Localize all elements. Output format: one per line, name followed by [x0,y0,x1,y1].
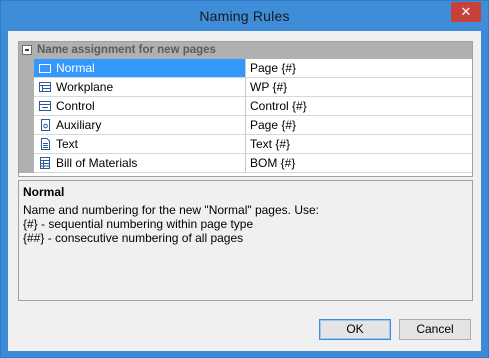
property-row-workplane[interactable]: Workplane WP {#} [19,78,472,97]
text-doc-icon [38,137,52,151]
property-value-cell[interactable]: WP {#} [246,78,472,97]
property-name-cell[interactable]: Control [34,97,246,116]
property-value-cell[interactable]: Text {#} [246,135,472,154]
property-value-cell[interactable]: Page {#} [246,59,472,78]
category-header[interactable]: Name assignment for new pages [19,42,472,59]
property-name-cell[interactable]: Bill of Materials [34,154,246,173]
control-icon [38,99,52,113]
property-row-text[interactable]: Text Text {#} [19,135,472,154]
property-row-control[interactable]: Control Control {#} [19,97,472,116]
property-row-bill-of-materials[interactable]: Bill of Materials BOM {#} [19,154,472,173]
close-button[interactable]: ✕ [451,2,481,22]
collapse-icon[interactable] [22,45,32,55]
category-label: Name assignment for new pages [37,44,216,56]
property-value-cell[interactable]: Page {#} [246,116,472,135]
property-row-auxiliary[interactable]: Auxiliary Page {#} [19,116,472,135]
property-name-cell[interactable]: Auxiliary [34,116,246,135]
ok-button[interactable]: OK [319,319,391,340]
description-line: Name and numbering for the new "Normal" … [23,203,319,217]
description-panel: Normal Name and numbering for the new "N… [18,180,473,301]
cancel-button[interactable]: Cancel [399,319,471,340]
description-title: Normal [23,185,65,199]
dialog-body: Name assignment for new pages Normal Pag… [8,31,481,351]
title-bar[interactable]: Naming Rules ✕ [1,1,488,31]
window-title: Naming Rules [199,8,290,24]
auxiliary-icon [38,118,52,132]
property-name-cell[interactable]: Text [34,135,246,154]
property-name-cell[interactable]: Workplane [34,78,246,97]
property-value-cell[interactable]: Control {#} [246,97,472,116]
bom-icon [38,156,52,170]
property-grid: Name assignment for new pages Normal Pag… [18,41,473,177]
property-name-cell[interactable]: Normal [34,59,246,78]
description-line: {##} - consecutive numbering of all page… [23,231,244,245]
description-line: {#} - sequential numbering within page t… [23,217,254,231]
property-row-normal[interactable]: Normal Page {#} [19,59,472,78]
property-value-cell[interactable]: BOM {#} [246,154,472,173]
page-icon [38,61,52,75]
dialog-window: Naming Rules ✕ Name assignment for new p… [0,0,489,358]
workplane-icon [38,80,52,94]
